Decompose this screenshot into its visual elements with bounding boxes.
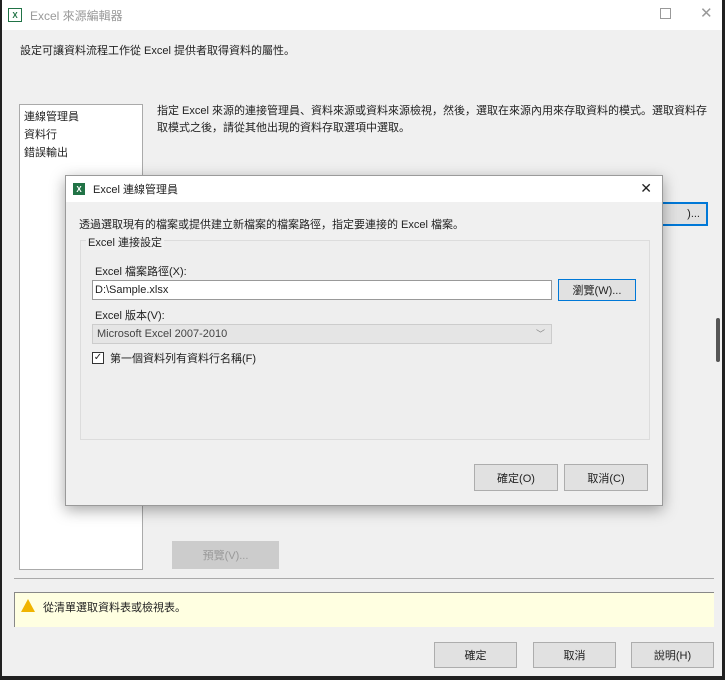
editor-description: 設定可讓資料流程工作從 Excel 提供者取得資料的屬性。	[20, 45, 296, 57]
dialog-ok-button[interactable]: 確定(O)	[474, 464, 558, 491]
excel-app-icon: X	[8, 8, 22, 22]
version-label: Excel 版本(V):	[95, 310, 165, 322]
maximize-icon[interactable]	[660, 8, 671, 19]
path-label: Excel 檔案路徑(X):	[95, 266, 187, 278]
group-label: Excel 連接設定	[86, 234, 164, 250]
cancel-button[interactable]: 取消	[533, 642, 616, 668]
help-button[interactable]: 說明(H)	[631, 642, 714, 668]
warning-icon	[21, 599, 35, 612]
instruction-text: 指定 Excel 來源的連接管理員、資料來源或資料來源檢視，然後，選取在來源內用…	[157, 105, 708, 134]
nav-item-columns[interactable]: 資料行	[24, 126, 138, 144]
dialog-description: 透過選取現有的檔案或提供建立新檔案的檔案路徑，指定要連接的 Excel 檔案。	[79, 219, 465, 231]
divider	[14, 578, 714, 579]
close-icon[interactable]: ✕	[700, 4, 713, 22]
browse-button[interactable]: 瀏覽(W)...	[558, 279, 636, 301]
path-input[interactable]: D:\Sample.xlsx	[92, 280, 552, 300]
version-select[interactable]: Microsoft Excel 2007-2010 ﹀	[92, 324, 552, 344]
warning-bar: 從清單選取資料表或檢視表。	[14, 592, 714, 627]
preview-button: 預覽(V)...	[172, 541, 279, 569]
nav-item-error-output[interactable]: 錯誤輸出	[24, 144, 138, 162]
version-value: Microsoft Excel 2007-2010	[97, 328, 228, 340]
warning-text: 從清單選取資料表或檢視表。	[43, 602, 186, 614]
excel-icon: X	[73, 183, 85, 195]
dialog-title-bar: X Excel 連線管理員 ✕	[66, 176, 662, 202]
window-title: Excel 來源編輯器	[30, 8, 123, 23]
chevron-down-icon: ﹀	[535, 329, 545, 339]
excel-connection-manager-dialog: X Excel 連線管理員 ✕ 透過選取現有的檔案或提供建立新檔案的檔案路徑，指…	[65, 175, 663, 506]
checkbox-checked-icon: ✓	[92, 352, 104, 364]
dialog-close-icon[interactable]: ✕	[640, 180, 652, 197]
checkbox-label: 第一個資料列有資料行名稱(F)	[110, 353, 257, 365]
ok-button[interactable]: 確定	[434, 642, 517, 668]
right-resize-handle[interactable]	[716, 318, 720, 362]
header-checkbox[interactable]: ✓ 第一個資料列有資料行名稱(F)	[92, 350, 256, 366]
title-bar: X Excel 來源編輯器 ✕	[2, 0, 722, 30]
nav-item-connection-manager[interactable]: 連線管理員	[24, 108, 138, 126]
dialog-cancel-button[interactable]: 取消(C)	[564, 464, 648, 491]
dialog-title: Excel 連線管理員	[93, 184, 178, 196]
